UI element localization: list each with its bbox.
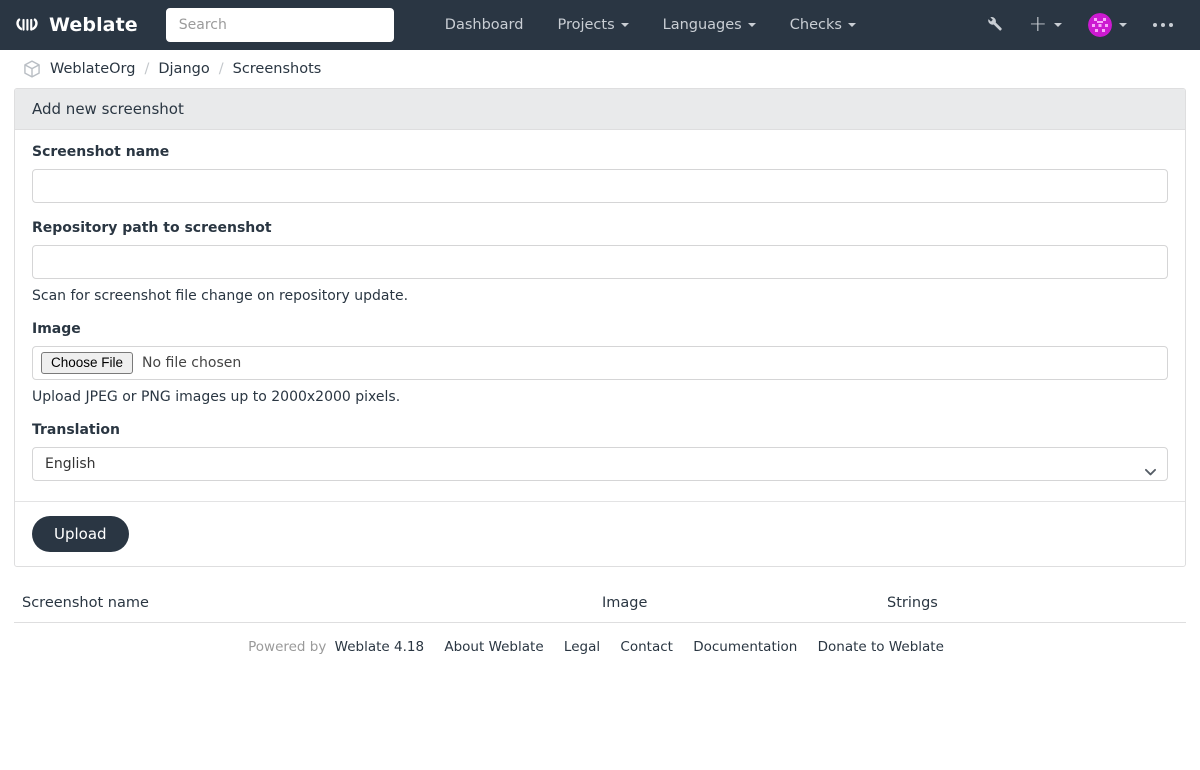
powered-by-label: Powered by — [248, 639, 327, 655]
translation-select[interactable]: English — [32, 447, 1168, 481]
translation-select-wrapper: English — [32, 447, 1168, 481]
add-screenshot-panel: Add new screenshot Screenshot name Repos… — [14, 88, 1186, 567]
navbar-right-actions: + — [973, 0, 1186, 50]
repository-path-help: Scan for screenshot file change on repos… — [32, 288, 409, 304]
main-nav: Dashboard Projects Languages Checks — [428, 0, 873, 50]
column-header-screenshot-name: Screenshot name — [14, 585, 594, 623]
field-group-translation: Translation English — [32, 422, 1168, 481]
field-group-image: Image Choose File No file chosen Upload … — [32, 321, 1168, 405]
add-screenshot-form: Screenshot name Repository path to scree… — [15, 130, 1185, 501]
column-header-image: Image — [594, 585, 879, 623]
brand-title: Weblate — [49, 14, 138, 36]
breadcrumb: WeblateOrg / Django / Screenshots — [0, 50, 1200, 88]
repository-path-input[interactable] — [32, 245, 1168, 279]
breadcrumb-item-project[interactable]: Django — [158, 61, 209, 77]
plus-icon: + — [1028, 12, 1047, 37]
file-status-text: No file chosen — [142, 355, 242, 371]
breadcrumb-item-organization[interactable]: WeblateOrg — [50, 61, 135, 77]
choose-file-button[interactable]: Choose File — [41, 351, 134, 375]
screenshot-list: Screenshot name Image Strings — [14, 585, 1186, 623]
panel-title: Add new screenshot — [15, 89, 1185, 130]
brand-home-link[interactable]: Weblate — [14, 12, 138, 38]
chevron-down-icon — [847, 23, 856, 27]
table-header-row: Screenshot name Image Strings — [14, 585, 1186, 623]
image-file-input[interactable]: Choose File No file chosen — [32, 346, 1168, 380]
page-footer: Powered by Weblate 4.18 About Weblate Le… — [14, 623, 1186, 655]
chevron-down-icon — [620, 23, 629, 27]
user-menu-button[interactable] — [1075, 0, 1140, 50]
image-help: Upload JPEG or PNG images up to 2000x200… — [32, 389, 401, 405]
field-group-screenshot-name: Screenshot name — [32, 144, 1168, 203]
add-menu-button[interactable]: + — [1016, 0, 1075, 50]
nav-item-checks[interactable]: Checks — [773, 0, 873, 50]
search-input[interactable] — [165, 8, 394, 42]
breadcrumb-separator: / — [218, 61, 224, 77]
form-actions: Upload — [15, 501, 1185, 566]
footer-link-weblate-version[interactable]: Weblate 4.18 — [335, 639, 424, 655]
footer-link-donate[interactable]: Donate to Weblate — [818, 639, 944, 655]
main-content: Add new screenshot Screenshot name Repos… — [0, 88, 1200, 655]
weblate-logo-icon — [14, 12, 40, 38]
nav-item-projects[interactable]: Projects — [540, 0, 645, 50]
top-navbar: Weblate Dashboard Projects Languages Che… — [0, 0, 1200, 50]
user-avatar-identicon — [1088, 13, 1112, 37]
footer-link-about[interactable]: About Weblate — [444, 639, 543, 655]
column-header-strings: Strings — [879, 585, 1186, 623]
footer-link-contact[interactable]: Contact — [620, 639, 673, 655]
nav-label-languages: Languages — [662, 17, 742, 33]
footer-link-legal[interactable]: Legal — [564, 639, 600, 655]
tools-button[interactable] — [973, 0, 1016, 50]
chevron-down-icon — [1054, 23, 1062, 27]
screenshot-name-label: Screenshot name — [32, 144, 170, 160]
search-container — [165, 8, 394, 42]
translation-label: Translation — [32, 422, 120, 438]
chevron-down-icon — [1119, 23, 1127, 27]
nav-item-languages[interactable]: Languages — [646, 0, 773, 50]
cube-icon — [22, 59, 42, 79]
wrench-icon — [986, 15, 1003, 36]
nav-label-checks: Checks — [789, 17, 842, 33]
screenshot-table-head: Screenshot name Image Strings — [14, 585, 1186, 623]
chevron-down-icon — [747, 23, 756, 27]
screenshot-table: Screenshot name Image Strings — [14, 585, 1186, 623]
nav-item-dashboard[interactable]: Dashboard — [428, 0, 541, 50]
breadcrumb-separator: / — [144, 61, 150, 77]
footer-link-documentation[interactable]: Documentation — [693, 639, 797, 655]
image-label: Image — [32, 321, 81, 337]
upload-button[interactable]: Upload — [32, 516, 129, 552]
nav-label-dashboard: Dashboard — [444, 17, 524, 33]
nav-label-projects: Projects — [557, 17, 615, 33]
breadcrumb-item-current: Screenshots — [232, 61, 322, 77]
repository-path-label: Repository path to screenshot — [32, 220, 272, 236]
field-group-repository-path: Repository path to screenshot Scan for s… — [32, 220, 1168, 304]
overflow-menu-button[interactable] — [1140, 0, 1186, 50]
ellipsis-icon — [1153, 23, 1173, 27]
screenshot-name-input[interactable] — [32, 169, 1168, 203]
